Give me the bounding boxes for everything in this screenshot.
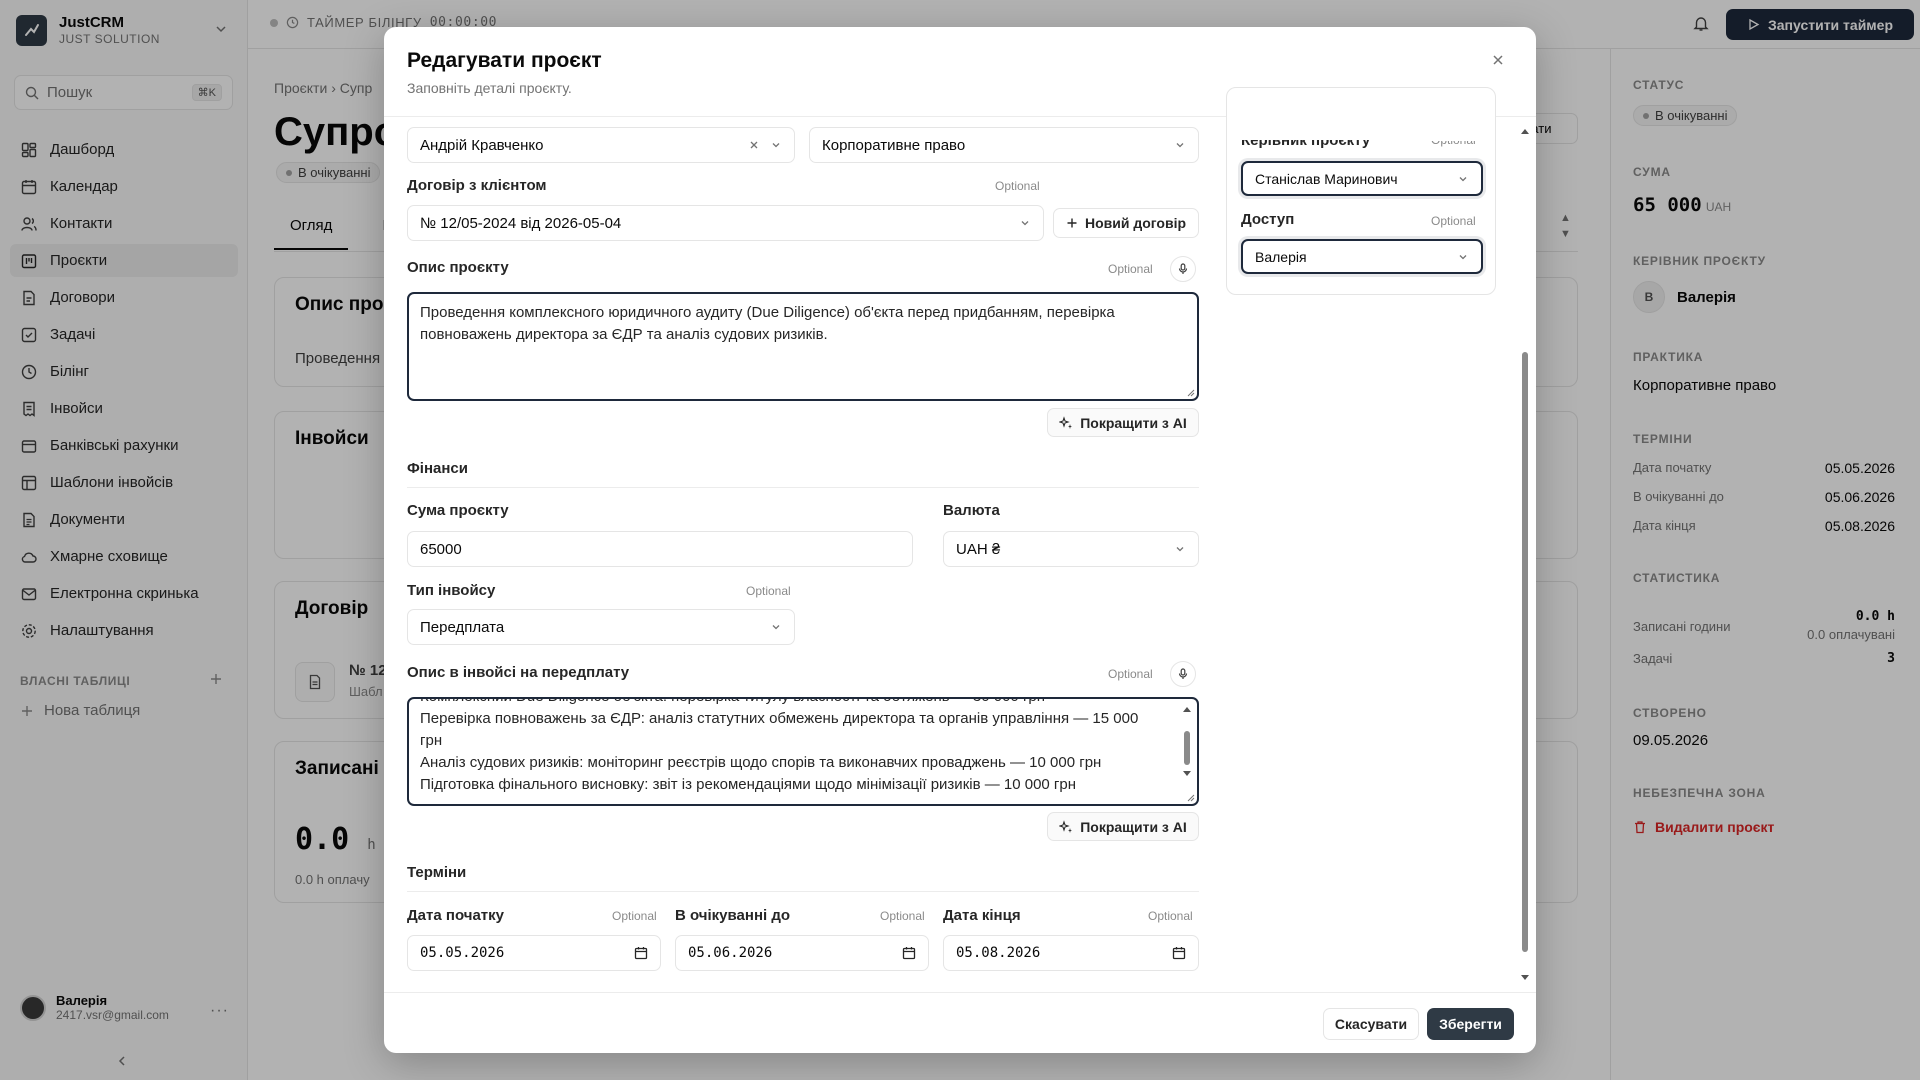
- pending-until-input[interactable]: 05.06.2026: [675, 935, 929, 971]
- client-select[interactable]: Андрій Кравченко: [407, 127, 795, 163]
- project-settings-card: Керівник проєкту Optional Станіслав Мари…: [1226, 87, 1496, 295]
- amount-label: Сума проєкту: [407, 502, 509, 519]
- start-date-label: Дата початку: [407, 907, 504, 924]
- manager-label: Керівник проєкту: [1241, 132, 1371, 149]
- start-date-input[interactable]: 05.05.2026: [407, 935, 661, 971]
- access-label: Доступ: [1241, 211, 1295, 228]
- resize-handle-icon[interactable]: [1185, 387, 1195, 397]
- plus-icon: [1066, 217, 1078, 229]
- optional-hint: Optional: [746, 584, 791, 598]
- invoice-type-select[interactable]: Передплата: [407, 609, 795, 645]
- calendar-icon[interactable]: [902, 946, 916, 960]
- description-label: Опис проєкту: [407, 259, 509, 276]
- sparkles-icon: [1059, 819, 1073, 834]
- close-icon[interactable]: [1490, 52, 1506, 68]
- calendar-icon[interactable]: [634, 946, 648, 960]
- chevron-down-icon: [770, 621, 782, 633]
- contract-select[interactable]: № 12/05-2024 від 2026-05-04: [407, 205, 1044, 241]
- microphone-icon[interactable]: [1170, 661, 1196, 687]
- end-date-label: Дата кінця: [943, 907, 1021, 924]
- optional-hint: Optional: [1148, 909, 1193, 923]
- dialog-scrollbar[interactable]: [1518, 122, 1532, 992]
- currency-select[interactable]: UAH ₴: [943, 531, 1199, 567]
- end-date-input[interactable]: 05.08.2026: [943, 935, 1199, 971]
- chevron-down-icon: [1457, 173, 1469, 185]
- finance-section-title: Фінанси: [407, 460, 468, 477]
- optional-hint: Optional: [1431, 133, 1476, 147]
- dialog-subtitle: Заповніть деталі проєкту.: [407, 80, 572, 96]
- improve-with-ai-button[interactable]: Покращити з AI: [1047, 408, 1199, 437]
- invoice-type-label: Тип інвойсу: [407, 582, 496, 599]
- optional-hint: Optional: [880, 909, 925, 923]
- chevron-down-icon: [1174, 543, 1186, 555]
- save-button[interactable]: Зберегти: [1427, 1008, 1514, 1040]
- clear-icon[interactable]: [748, 139, 760, 151]
- practice-select[interactable]: Корпоративне право: [809, 127, 1199, 163]
- optional-hint: Optional: [1431, 214, 1476, 228]
- textarea-scrollbar[interactable]: [1180, 703, 1194, 799]
- currency-label: Валюта: [943, 502, 1000, 519]
- chevron-down-icon: [770, 139, 782, 151]
- microphone-icon[interactable]: [1170, 256, 1196, 282]
- optional-hint: Optional: [612, 909, 657, 923]
- optional-hint: Optional: [1108, 667, 1153, 681]
- optional-hint: Optional: [995, 179, 1040, 193]
- resize-handle-icon[interactable]: [1185, 792, 1195, 802]
- chevron-down-icon: [1019, 217, 1031, 229]
- project-manager-select[interactable]: Станіслав Маринович: [1241, 161, 1483, 196]
- access-select[interactable]: Валерія: [1241, 239, 1483, 274]
- prepayment-description-textarea[interactable]: Комплексний Due Diligence об'єкта: перев…: [407, 697, 1199, 806]
- calendar-icon[interactable]: [1172, 946, 1186, 960]
- improve-with-ai-button[interactable]: Покращити з AI: [1047, 812, 1199, 841]
- description-textarea[interactable]: Проведення комплексного юридичного аудит…: [407, 292, 1199, 401]
- cancel-button[interactable]: Скасувати: [1323, 1008, 1419, 1040]
- contract-label: Договір з клієнтом: [407, 177, 547, 194]
- amount-input[interactable]: 65000: [407, 531, 913, 567]
- chevron-down-icon: [1457, 251, 1469, 263]
- optional-hint: Optional: [1108, 262, 1153, 276]
- dialog-title: Редагувати проєкт: [407, 49, 602, 72]
- sparkles-icon: [1059, 415, 1073, 430]
- edit-project-dialog: Редагувати проєкт Заповніть деталі проєк…: [384, 27, 1536, 1053]
- pending-until-label: В очікуванні до: [675, 907, 791, 924]
- chevron-down-icon: [1174, 139, 1186, 151]
- prepayment-description-label: Опис в інвойсі на передплату: [407, 664, 630, 681]
- terms-section-title: Терміни: [407, 864, 467, 881]
- new-contract-button[interactable]: Новий договір: [1053, 208, 1199, 238]
